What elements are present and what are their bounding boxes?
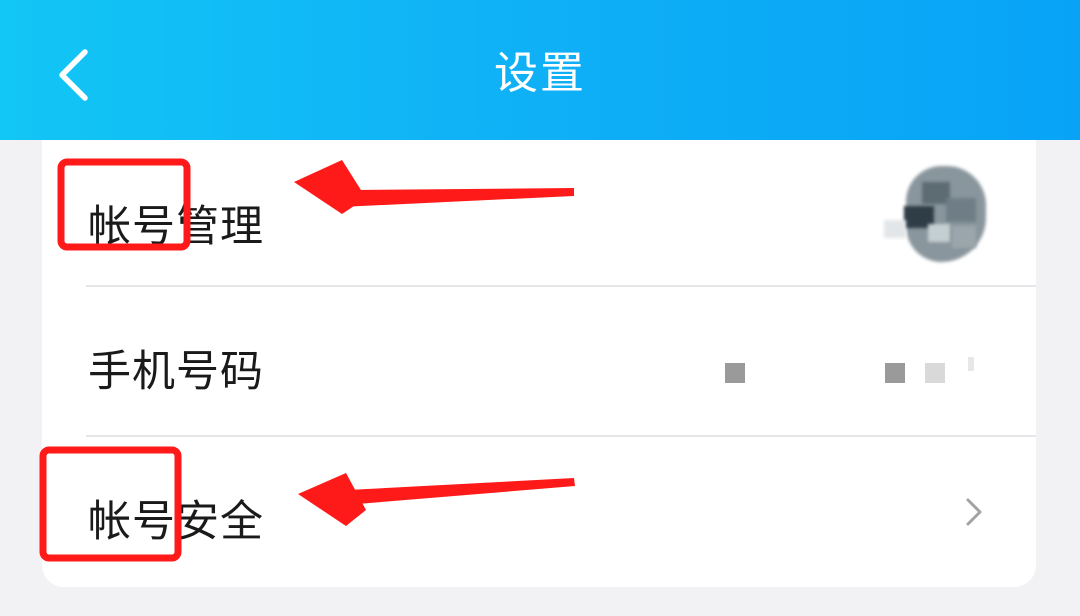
chevron-right-icon xyxy=(958,492,988,532)
row-label-account-security: 帐号安全 xyxy=(88,497,264,547)
avatar xyxy=(884,160,1008,266)
page-title: 设置 xyxy=(494,48,586,99)
row-label-account-management: 帐号管理 xyxy=(88,202,264,252)
settings-card: 帐号管理 手机号码 帐号安全 xyxy=(42,100,1036,587)
settings-row-account-management[interactable]: 帐号管理 xyxy=(42,140,1036,290)
settings-row-account-security[interactable]: 帐号安全 xyxy=(42,437,1036,587)
settings-screen: 设置 帐号管理 手机号码 帐号安全 xyxy=(0,0,1080,616)
header-bar: 设置 xyxy=(0,0,1080,140)
settings-row-phone-number[interactable]: 手机号码 xyxy=(42,287,1036,437)
phone-number-redacted xyxy=(722,357,982,397)
row-label-phone-number: 手机号码 xyxy=(88,347,264,397)
